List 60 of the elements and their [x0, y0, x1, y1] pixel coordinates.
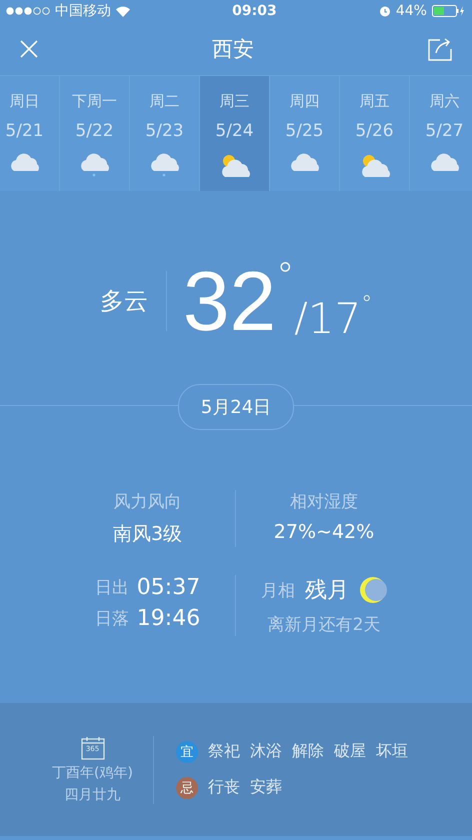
- low-temperature: 17: [308, 294, 362, 343]
- cloud-icon: [430, 151, 460, 173]
- sunset-label: 日落: [94, 608, 129, 630]
- date-label: 5/21: [5, 121, 44, 141]
- almanac-item: 破屋: [334, 741, 366, 762]
- date-label: 5/22: [75, 121, 114, 141]
- lunar-date: 四月廿九: [64, 786, 120, 804]
- almanac-item: 坏垣: [376, 741, 408, 762]
- wind-label: 风力风向: [114, 491, 182, 513]
- share-icon[interactable]: [428, 36, 452, 60]
- weekday-label: 周日: [10, 92, 40, 111]
- moon-icon: [359, 576, 387, 604]
- cloud-icon: [10, 151, 40, 173]
- sunrise-time: 05:37: [136, 575, 200, 600]
- degree-sign: °: [361, 292, 372, 317]
- almanac-item: 行丧: [208, 777, 240, 798]
- weekday-label: 周三: [220, 92, 250, 111]
- cloud-icon: [290, 151, 320, 173]
- battery-percent: 44%: [396, 3, 427, 19]
- new-moon-note: 离新月还有2天: [268, 614, 380, 636]
- battery-charging-icon: [432, 5, 466, 17]
- weekday-label: 周四: [290, 92, 320, 111]
- degree-sign: °: [276, 259, 294, 295]
- almanac-item: 沐浴: [250, 741, 282, 762]
- weekday-label: 周五: [360, 92, 390, 111]
- date-label: 5/26: [355, 121, 394, 141]
- high-temperature: 32: [182, 259, 276, 343]
- wifi-icon: [116, 6, 130, 16]
- city-title: 西安: [212, 36, 254, 62]
- date-label: 5/24: [215, 121, 254, 141]
- condition-text: 多云: [100, 271, 167, 331]
- humidity-value: 27%~42%: [274, 521, 374, 543]
- sunrise-label: 日出: [94, 577, 129, 599]
- date-label: 5/23: [145, 121, 184, 141]
- date-label: 5/25: [285, 121, 324, 141]
- almanac-badge: 忌: [176, 776, 198, 798]
- weekday-label: 下周一: [72, 92, 117, 111]
- humidity-label: 相对湿度: [290, 491, 358, 513]
- sunset-time: 19:46: [136, 606, 200, 631]
- moon-phase-label: 月相: [261, 580, 295, 602]
- rain-cloud-icon: [150, 151, 180, 177]
- date-pill: 5月24日: [178, 384, 294, 430]
- date-label: 5/27: [425, 121, 464, 141]
- signal-icon: [6, 7, 50, 15]
- almanac-item: 解除: [292, 741, 324, 762]
- almanac-item: 祭祀: [208, 741, 240, 762]
- close-icon[interactable]: [20, 40, 38, 58]
- clock-time: 09:03: [232, 3, 277, 19]
- moon-phase-value: 残月: [305, 577, 349, 605]
- day-tab[interactable]: 周三 5/24: [200, 76, 270, 191]
- alarm-icon: [378, 5, 391, 17]
- weekday-label: 周二: [150, 92, 180, 111]
- rain-cloud-icon: [80, 151, 110, 177]
- lunar-year: 丁酉年(鸡年): [52, 764, 133, 782]
- weekday-label: 周六: [430, 92, 460, 111]
- wind-value: 南风3级: [112, 522, 182, 547]
- almanac-badge: 宜: [176, 740, 198, 762]
- carrier-name: 中国移动: [55, 2, 111, 20]
- almanac-item: 安葬: [250, 777, 282, 798]
- separator-text: /: [294, 295, 308, 341]
